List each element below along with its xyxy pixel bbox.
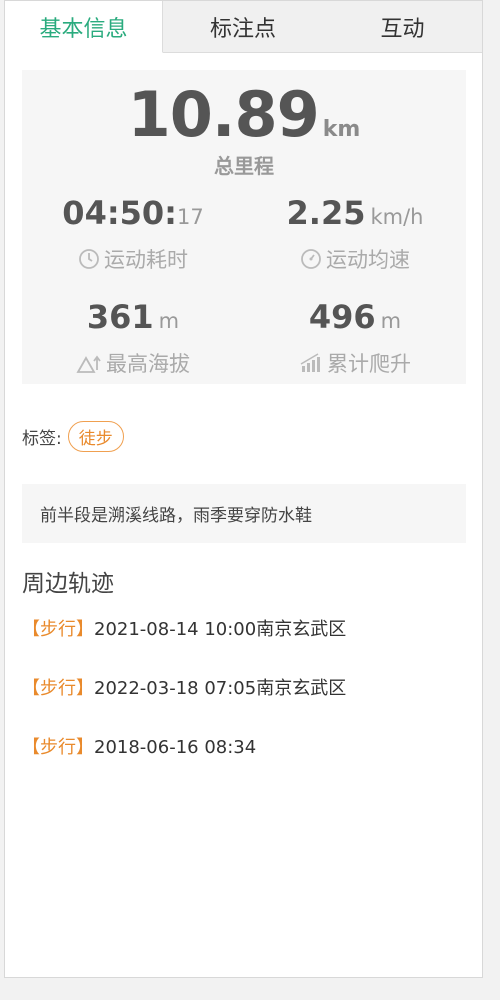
speedometer-icon (300, 248, 322, 270)
tags-label: 标签: (22, 428, 62, 449)
track-type: 【步行】 (22, 678, 94, 699)
track-info: 2021-08-14 10:00南京玄武区 (94, 619, 347, 640)
nearby-tracks-title: 周边轨迹 (22, 571, 114, 597)
total-climb-stat: 496 m 累计爬升 (244, 298, 466, 378)
clock-icon (78, 248, 100, 270)
climb-chart-icon (299, 352, 323, 374)
tab-bar: 基本信息 标注点 互动 (5, 1, 482, 53)
stats-card: 10.89 km 总里程 04:50:17 运动耗时 2.25 km/h 运动均速 … (22, 70, 466, 384)
total-climb-unit: m (380, 309, 402, 333)
avg-speed-label: 运动均速 (326, 248, 410, 272)
track-info: 2022-03-18 07:05南京玄武区 (94, 678, 347, 699)
track-type: 【步行】 (22, 737, 94, 758)
duration-seconds: 17 (176, 205, 204, 229)
max-altitude-stat: 361 m 最高海拔 (22, 298, 244, 378)
total-distance-unit: km (322, 117, 361, 142)
tag-chip[interactable]: 徒步 (67, 420, 124, 452)
tab-markers[interactable]: 标注点 (163, 1, 323, 53)
nearby-track-item[interactable]: 【步行】2018-06-16 08:34 (22, 733, 256, 759)
max-altitude-value: 361 (86, 298, 154, 336)
tab-basic-info[interactable]: 基本信息 (5, 1, 163, 53)
tab-interaction[interactable]: 互动 (323, 1, 482, 53)
mountain-icon (76, 352, 102, 374)
duration-value: 04:50: (62, 194, 177, 232)
info-panel: 基本信息 标注点 互动 10.89 km 总里程 04:50:17 运动耗时 2.… (4, 0, 483, 978)
duration-label: 运动耗时 (104, 248, 188, 272)
nearby-track-item[interactable]: 【步行】2022-03-18 07:05南京玄武区 (22, 674, 346, 700)
total-climb-label: 累计爬升 (327, 352, 411, 376)
max-altitude-label: 最高海拔 (106, 352, 190, 376)
nearby-track-item[interactable]: 【步行】2021-08-14 10:00南京玄武区 (22, 615, 346, 641)
track-type: 【步行】 (22, 619, 94, 640)
total-distance-label: 总里程 (214, 154, 274, 178)
total-climb-value: 496 (308, 298, 376, 336)
tags-row: 标签: 徒步 (22, 419, 124, 453)
max-altitude-unit: m (158, 309, 180, 333)
total-distance-value: 10.89 (127, 78, 320, 151)
track-info: 2018-06-16 08:34 (94, 737, 257, 758)
total-distance: 10.89 km (22, 78, 466, 151)
avg-speed-value: 2.25 (286, 194, 366, 232)
track-note: 前半段是溯溪线路，雨季要穿防水鞋 (22, 484, 466, 543)
duration-stat: 04:50:17 运动耗时 (22, 194, 244, 274)
avg-speed-stat: 2.25 km/h 运动均速 (244, 194, 466, 274)
avg-speed-unit: km/h (370, 205, 424, 229)
